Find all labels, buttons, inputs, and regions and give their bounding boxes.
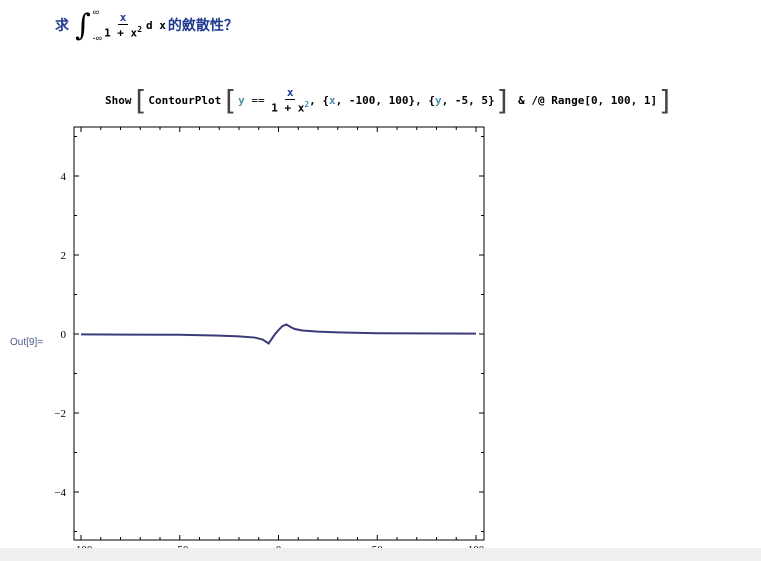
y-tick-label: 4	[61, 171, 67, 183]
contour-line	[80, 323, 477, 345]
y-tick-label: 0	[61, 329, 67, 341]
contour-plot: −100−50050100−4−2024	[54, 126, 485, 556]
y-tick-label: −2	[54, 408, 66, 420]
y-tick-label: 2	[61, 250, 67, 262]
y-tick-label: −4	[54, 487, 66, 499]
status-bar	[0, 548, 761, 561]
